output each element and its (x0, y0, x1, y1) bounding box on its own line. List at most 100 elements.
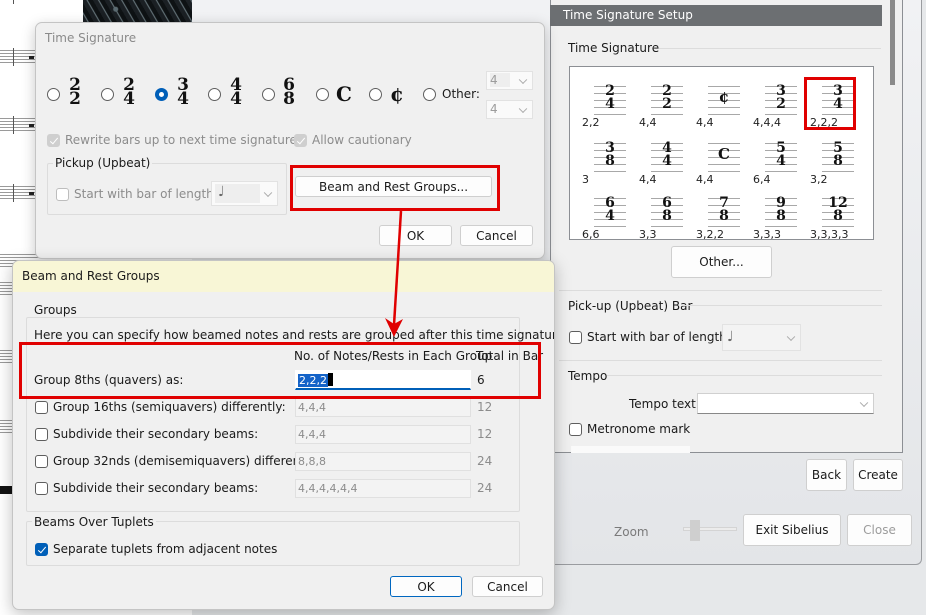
time-sig-2-2: 22 (69, 75, 81, 109)
subdivide-32nds-input[interactable]: 4,4,4,4,4,4 (295, 479, 471, 498)
beam-group-label: 6,6 (582, 228, 600, 241)
beam-group-label: 3,2,2 (696, 228, 724, 241)
radio-4-4[interactable] (208, 88, 221, 101)
time-signature-option[interactable]: 4 4 4,4 (635, 134, 685, 186)
time-signature-option[interactable]: ¢ 4,4 (692, 77, 742, 129)
metronome-checkbox[interactable] (569, 423, 582, 436)
panel-scrollbar[interactable] (890, 0, 895, 85)
time-signature-glyph: 54 (776, 140, 786, 169)
other-denominator-select[interactable]: 4 (486, 100, 533, 119)
chevron-down-icon (786, 332, 796, 341)
highlight-group-8ths (19, 342, 541, 399)
tempo-text-label: Tempo text: (629, 397, 700, 411)
score-image (83, 0, 192, 23)
time-signature-glyph: 38 (605, 140, 615, 169)
highlight-beam-button (290, 165, 500, 211)
group-16ths-checkbox[interactable] (35, 401, 48, 414)
group-32nds-checkbox[interactable] (35, 455, 48, 468)
time-signature-glyph: 98 (776, 195, 786, 224)
separate-tuplets-checkbox[interactable] (35, 543, 48, 556)
beam-rest-groups-dialog: Beam and Rest Groups Groups Here you can… (12, 260, 555, 610)
back-button[interactable]: Back (806, 459, 847, 491)
time-signature-glyph: ¢ (718, 88, 730, 106)
pickup-length-select[interactable]: ♩ (211, 181, 278, 206)
dialog-title: Beam and Rest Groups (22, 269, 160, 283)
chevron-down-icon (518, 75, 528, 84)
pickup-checkbox[interactable] (56, 188, 69, 201)
beam-group-label: 4,4 (696, 173, 714, 186)
quarter-note-icon: ♩ (727, 329, 734, 345)
other-numerator-select[interactable]: 4 (486, 71, 533, 90)
radio-cut-time[interactable] (369, 88, 382, 101)
time-signature-option[interactable]: 6 8 3,3 (635, 189, 685, 241)
group-32nds-label: Group 32nds (demisemiquavers) differentl… (53, 454, 319, 468)
allow-cautionary-checkbox[interactable] (294, 134, 307, 147)
radio-other[interactable] (423, 88, 436, 101)
time-signature-glyph: 64 (605, 195, 615, 224)
time-signature-option[interactable]: 5 4 6,4 (749, 134, 799, 186)
time-signature-group-label: Time Signature (568, 41, 660, 55)
time-signature-option[interactable]: 9 8 3,3,3 (749, 189, 799, 241)
subdivide-16ths-input[interactable]: 4,4,4 (295, 425, 471, 444)
create-button[interactable]: Create (853, 459, 903, 491)
zoom-label: Zoom (614, 525, 649, 539)
time-signature-option[interactable]: 7 8 3,2,2 (692, 189, 742, 241)
subdivide-16ths-checkbox[interactable] (35, 428, 48, 441)
radio-3-4[interactable] (155, 88, 168, 101)
group-16ths-total: 12 (477, 400, 493, 414)
beam-group-label: 3,3 (639, 228, 657, 241)
radio-common-time[interactable] (316, 88, 329, 101)
time-signature-glyph: 34 (833, 83, 843, 112)
time-signature-glyph: 58 (833, 140, 843, 169)
time-sig-3-4: 34 (177, 75, 189, 109)
radio-2-2[interactable] (47, 88, 60, 101)
time-signature-option[interactable]: 38 3 (578, 134, 628, 186)
subdivide-16ths-label: Subdivide their secondary beams: (53, 427, 259, 441)
pickup-length-select[interactable]: ♩ (722, 324, 801, 351)
time-signature-option[interactable]: 12 8 3,3,3,3 (806, 189, 856, 241)
group-16ths-input[interactable]: 4,4,4 (295, 398, 471, 417)
cancel-button[interactable]: Cancel (472, 576, 543, 597)
pickup-checkbox[interactable] (569, 331, 582, 344)
ok-button[interactable]: OK (379, 225, 452, 246)
panel-header: Time Signature Setup (550, 5, 882, 26)
tempo-group-label: Tempo (568, 369, 608, 383)
group-32nds-input[interactable]: 8,8,8 (295, 452, 471, 471)
tempo-text-select[interactable] (697, 393, 874, 414)
separate-tuplets-label: Separate tuplets from adjacent notes (53, 542, 278, 556)
beam-group-label: 3,3,3,3 (810, 228, 849, 241)
time-signature-glyph: 22 (662, 83, 672, 112)
radio-2-4[interactable] (101, 88, 114, 101)
close-button[interactable]: Close (847, 514, 912, 546)
time-signature-option[interactable]: 6 4 6,6 (578, 189, 628, 241)
other-label: Other: (442, 87, 480, 101)
zoom-slider-thumb[interactable] (690, 520, 700, 541)
time-signature-option[interactable]: 5 8 3,2 (806, 134, 856, 186)
pickup-group-label: Pickup (Upbeat) (53, 156, 153, 170)
ok-button[interactable]: OK (390, 576, 462, 597)
common-time-icon: C (336, 82, 352, 106)
groups-label: Groups (32, 303, 79, 317)
beam-group-label: 2,2,2 (810, 116, 838, 129)
cancel-button[interactable]: Cancel (460, 225, 533, 246)
time-signature-glyph: 32 (776, 83, 786, 112)
time-sig-4-4: 44 (230, 75, 242, 109)
rewrite-bars-checkbox[interactable] (47, 134, 60, 147)
radio-6-8[interactable] (262, 88, 275, 101)
beam-group-label: 3,3,3 (753, 228, 781, 241)
subdivide-32nds-checkbox[interactable] (35, 482, 48, 495)
chevron-down-icon (518, 104, 528, 113)
time-signature-glyph: 68 (662, 195, 672, 224)
time-signature-option[interactable]: 3 2 4,4,4 (749, 77, 799, 129)
score-mark (0, 486, 12, 494)
time-signature-option[interactable]: C 4,4 (692, 134, 742, 186)
chevron-down-icon (859, 398, 869, 407)
pickup-bar-group-label: Pick-up (Upbeat) Bar (568, 299, 693, 313)
time-signature-option[interactable]: 3 4 2,2,2 (804, 77, 856, 130)
exit-sibelius-button[interactable]: Exit Sibelius (743, 514, 841, 546)
dialog-title: Time Signature (45, 31, 137, 45)
allow-cautionary-label: Allow cautionary (312, 133, 412, 147)
time-signature-option[interactable]: 2 4 2,2 (578, 77, 628, 129)
other-time-signature-button[interactable]: Other... (671, 246, 772, 278)
time-signature-option[interactable]: 2 2 4,4 (635, 77, 685, 129)
